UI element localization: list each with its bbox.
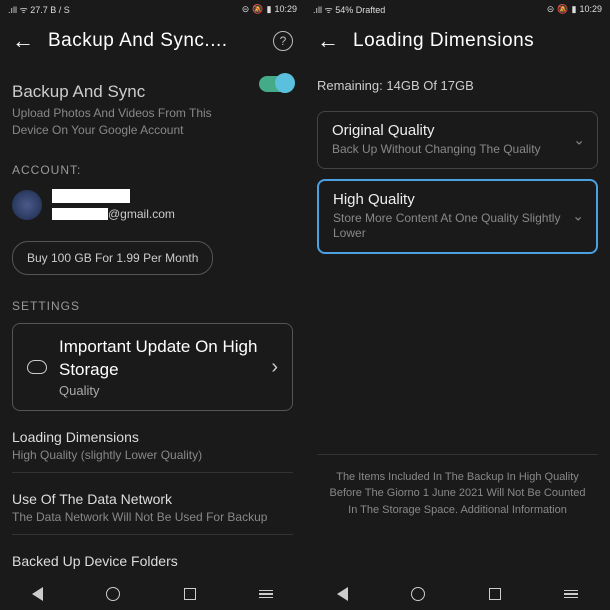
nav-back-icon[interactable] xyxy=(337,587,348,601)
footer-note: The Items Included In The Backup In High… xyxy=(317,454,598,533)
update-sub: Quality xyxy=(59,383,259,398)
setting-title: Use Of The Data Network xyxy=(12,491,293,507)
high-quality-option[interactable]: High Quality Store More Content At One Q… xyxy=(317,179,598,254)
setting-sub: The Data Network Will Not Be Used For Ba… xyxy=(12,510,293,524)
original-quality-option[interactable]: Original Quality Back Up Without Changin… xyxy=(317,111,598,169)
chevron-right-icon: › xyxy=(271,356,278,379)
app-bar: ← Backup And Sync.... ? xyxy=(0,18,305,64)
nav-recent-icon[interactable] xyxy=(489,588,501,600)
account-label: ACCOUNT: xyxy=(12,163,293,177)
nav-recent-icon[interactable] xyxy=(184,588,196,600)
settings-label: SETTINGS xyxy=(12,299,293,313)
account-email: @gmail.com xyxy=(52,207,175,221)
clock: 10:29 xyxy=(274,4,297,14)
option-desc: Store More Content At One Quality Slight… xyxy=(333,211,582,242)
setting-title: Backed Up Device Folders xyxy=(12,553,293,569)
chevron-down-icon: ⌄ xyxy=(572,208,584,225)
option-title: Original Quality xyxy=(332,122,583,139)
status-text: 27.7 B / S xyxy=(30,5,70,15)
loading-dimensions-setting[interactable]: Loading Dimensions High Quality (slightl… xyxy=(12,429,293,473)
status-bar: .ıll ᯤ 54% Drafted ⊝ 🔕 ▮10:29 xyxy=(305,0,610,18)
clock: 10:29 xyxy=(579,4,602,14)
page-title: Backup And Sync.... xyxy=(48,30,259,52)
backup-toggle[interactable] xyxy=(259,76,293,92)
setting-sub: High Quality (slightly Lower Quality) xyxy=(12,448,293,462)
page-title: Loading Dimensions xyxy=(353,30,598,52)
nav-back-icon[interactable] xyxy=(32,587,43,601)
setting-title: Loading Dimensions xyxy=(12,429,293,445)
nav-home-icon[interactable] xyxy=(106,587,120,601)
wifi-icon: ᯤ xyxy=(20,5,28,15)
update-title: Important Update On High Storage xyxy=(59,336,259,382)
help-icon[interactable]: ? xyxy=(273,31,293,51)
status-bar: .ıll ᯤ 27.7 B / S ⊝ 🔕 ▮10:29 xyxy=(0,0,305,18)
buy-storage-button[interactable]: Buy 100 GB For 1.99 Per Month xyxy=(12,241,213,275)
back-icon[interactable]: ← xyxy=(317,28,339,54)
dnd-icon: ⊝ xyxy=(242,4,250,15)
battery-icon: ▮ xyxy=(572,4,577,15)
signal-icon: .ıll xyxy=(313,5,322,15)
data-network-setting[interactable]: Use Of The Data Network The Data Network… xyxy=(12,491,293,535)
status-text: 54% Drafted xyxy=(335,5,385,15)
mute-icon: 🔕 xyxy=(557,4,568,15)
device-folders-setting[interactable]: Backed Up Device Folders xyxy=(12,553,293,579)
back-icon[interactable]: ← xyxy=(12,28,34,54)
option-desc: Back Up Without Changing The Quality xyxy=(332,142,583,158)
signal-icon: .ıll xyxy=(8,5,17,15)
nav-menu-icon[interactable] xyxy=(259,590,273,599)
app-bar: ← Loading Dimensions xyxy=(305,18,610,64)
backup-sync-desc: Upload Photos And Videos From This Devic… xyxy=(12,105,212,139)
chevron-down-icon: ⌄ xyxy=(573,131,585,148)
backup-sync-title: Backup And Sync xyxy=(12,82,212,102)
option-title: High Quality xyxy=(333,191,582,208)
cloud-icon xyxy=(27,360,47,374)
account-name-redacted xyxy=(52,189,130,203)
battery-icon: ▮ xyxy=(267,4,272,15)
nav-menu-icon[interactable] xyxy=(564,590,578,599)
wifi-icon: ᯤ xyxy=(325,5,333,15)
mute-icon: 🔕 xyxy=(252,4,263,15)
remaining-text: Remaining: 14GB Of 17GB xyxy=(317,64,598,101)
dnd-icon: ⊝ xyxy=(547,4,555,15)
nav-home-icon[interactable] xyxy=(411,587,425,601)
account-row[interactable]: @gmail.com xyxy=(12,189,293,221)
avatar xyxy=(12,190,42,220)
nav-bar xyxy=(0,578,305,610)
update-card[interactable]: Important Update On High Storage Quality… xyxy=(12,323,293,412)
nav-bar xyxy=(305,578,610,610)
